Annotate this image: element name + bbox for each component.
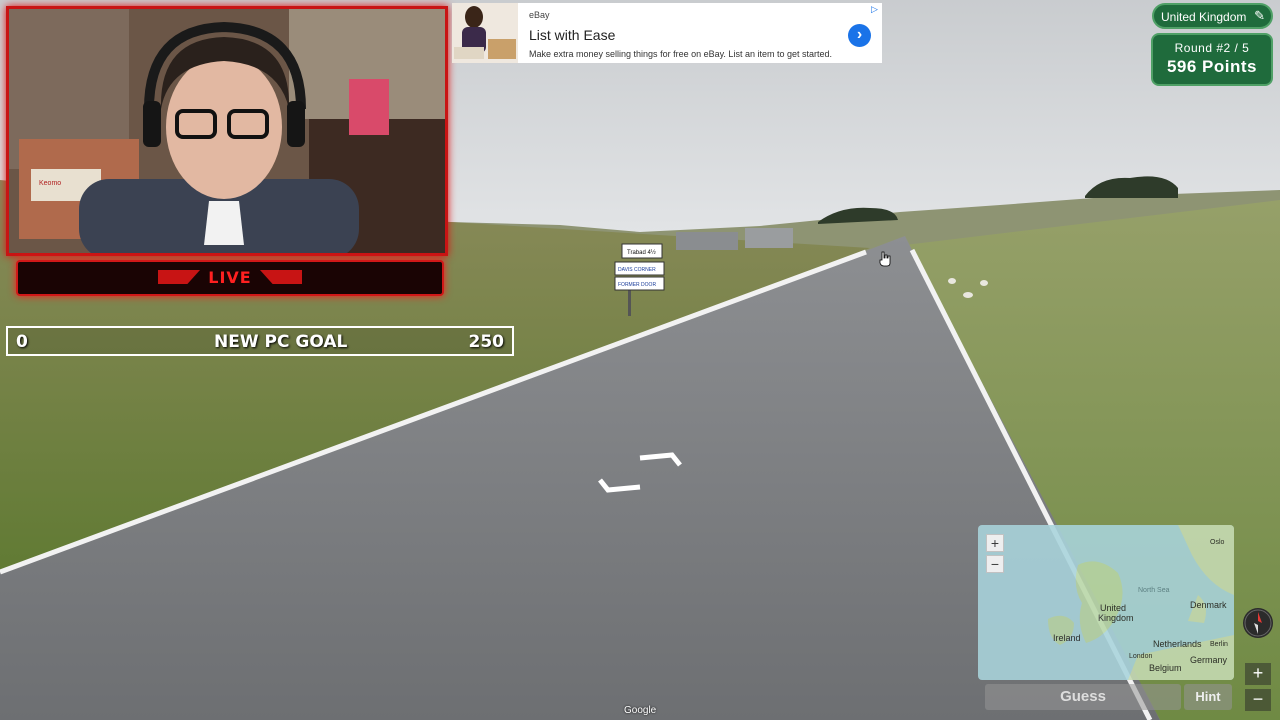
ad-source: eBay <box>529 10 550 20</box>
hand-cursor-icon <box>879 251 891 267</box>
guess-button[interactable]: Guess <box>985 684 1181 710</box>
goal-label: NEW PC GOAL <box>214 332 348 352</box>
webcam-pillow-text: Keomo <box>39 180 61 187</box>
minimap-zoom-out-button[interactable]: − <box>986 555 1004 573</box>
round-counter: Round #2 / 5 <box>1174 41 1250 55</box>
pencil-icon[interactable]: ✎ <box>1254 8 1265 24</box>
goal-end: 250 <box>468 332 505 352</box>
road-sign-line2: DAVIS CORNER <box>618 267 656 273</box>
hint-button[interactable]: Hint <box>1184 684 1232 710</box>
donation-goal-bar: 0 NEW PC GOAL 250 <box>6 326 514 356</box>
map-label-oslo: Oslo <box>1210 539 1225 546</box>
webcam-feed: Keomo <box>6 6 448 256</box>
live-banner: LIVE <box>16 260 444 296</box>
minimap-zoom-in-button[interactable]: + <box>986 534 1004 552</box>
ad-description: Make extra money selling things for free… <box>529 49 832 59</box>
map-label-germany: Germany <box>1190 655 1228 665</box>
ad-open-arrow-icon[interactable]: › <box>848 24 871 47</box>
ad-choices-icon[interactable]: ▷ <box>871 4 878 15</box>
live-label: LIVE <box>208 268 252 287</box>
road-sign-line1: Trabad 4½ <box>627 249 656 256</box>
map-label-denmark: Denmark <box>1190 600 1227 610</box>
map-label-ireland: Ireland <box>1053 633 1081 643</box>
google-watermark: Google <box>624 705 657 716</box>
zoom-out-button[interactable]: − <box>1245 689 1271 711</box>
points-total: 596 Points <box>1166 57 1258 76</box>
ad-image <box>452 3 518 63</box>
map-label-berlin: Berlin <box>1210 641 1228 648</box>
map-label-netherlands: Netherlands <box>1153 639 1202 649</box>
country-label: United Kingdom <box>1161 10 1247 24</box>
map-label-north-sea: North Sea <box>1138 587 1170 594</box>
road-sign-line3: FORMER DOOR <box>618 282 656 288</box>
country-selector[interactable]: United Kingdom ✎ <box>1152 3 1273 29</box>
ad-title[interactable]: List with Ease <box>529 27 615 43</box>
score-panel: Round #2 / 5 596 Points <box>1151 33 1273 86</box>
compass-icon[interactable] <box>1243 608 1273 638</box>
zoom-in-button[interactable]: + <box>1245 663 1271 685</box>
map-label-london: London <box>1129 653 1153 660</box>
webcam-overlay: Keomo LIVE <box>6 6 448 298</box>
map-label-belgium: Belgium <box>1149 663 1182 673</box>
map-label-uk: United Kingdom <box>1098 603 1134 623</box>
ad-banner[interactable]: eBay List with Ease Make extra money sel… <box>452 3 882 63</box>
goal-start: 0 <box>16 332 28 352</box>
guess-minimap[interactable]: + − United Kingdom Ireland Denmark Nethe… <box>978 525 1234 680</box>
